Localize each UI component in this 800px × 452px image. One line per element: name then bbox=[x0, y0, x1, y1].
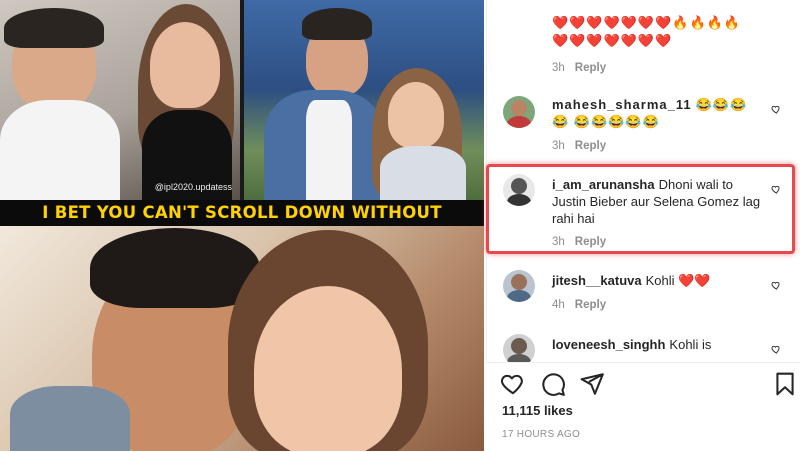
top-girl bbox=[380, 146, 466, 200]
comment-text: Kohli ❤️❤️ bbox=[645, 273, 711, 288]
face-girl-front bbox=[150, 22, 220, 108]
avatar-body bbox=[507, 116, 531, 128]
avatar-body bbox=[507, 290, 531, 302]
comment-meta: 3h Reply bbox=[552, 140, 606, 152]
paper-plane-icon[interactable] bbox=[579, 371, 605, 397]
post-timestamp: 17 HOURS AGO bbox=[502, 429, 581, 440]
comment-username[interactable]: loveneesh_singhh bbox=[552, 337, 665, 352]
comment-item: jitesh__katuva Kohli ❤️❤️ 4h Reply bbox=[487, 262, 800, 326]
reply-button[interactable]: Reply bbox=[575, 140, 606, 152]
heart-outline-icon[interactable] bbox=[770, 104, 781, 115]
comment-text: ❤️❤️❤️❤️❤️❤️❤️🔥🔥🔥🔥 ❤️❤️❤️❤️❤️❤️❤️ bbox=[552, 15, 742, 48]
comment-username[interactable]: jitesh__katuva bbox=[552, 273, 642, 288]
photo-panel-top-left: @ipl2020.updatess bbox=[0, 0, 240, 200]
highlight-box bbox=[486, 164, 795, 254]
avatar-face bbox=[511, 274, 527, 290]
bookmark-icon[interactable] bbox=[772, 371, 798, 397]
hair-boy bbox=[90, 228, 260, 308]
comment-item: ❤️❤️❤️❤️❤️❤️❤️🔥🔥🔥🔥 ❤️❤️❤️❤️❤️❤️❤️ 3h Repl… bbox=[487, 0, 800, 86]
comment-meta: 3h Reply bbox=[552, 62, 606, 74]
comment-item: mahesh_sharma_11 😂😂😂😂 😂😂😂😂😂 3h Reply bbox=[487, 86, 800, 164]
comment-time: 3h bbox=[552, 140, 565, 152]
avatar[interactable] bbox=[503, 334, 535, 362]
comment-bubble-icon[interactable] bbox=[540, 371, 566, 397]
hair-boy bbox=[302, 8, 372, 40]
shirt-boy bbox=[0, 100, 120, 200]
comment-body: jitesh__katuva Kohli ❤️❤️ bbox=[552, 272, 762, 289]
likes-count[interactable]: 11,115 likes bbox=[502, 403, 573, 418]
avatar-body bbox=[507, 354, 531, 362]
hair-boy bbox=[4, 8, 104, 48]
shirt-boy bbox=[306, 100, 352, 200]
avatar[interactable] bbox=[503, 96, 535, 128]
comment-text: Kohli is bbox=[669, 337, 712, 352]
comment-meta: 4h Reply bbox=[552, 299, 606, 311]
shirt-boy bbox=[10, 386, 130, 451]
heart-outline-icon[interactable] bbox=[770, 280, 781, 291]
comment-username[interactable]: mahesh_sharma_11 bbox=[552, 97, 692, 112]
photo-panel-bottom bbox=[0, 226, 484, 451]
comment-body: loveneesh_singhh Kohli is bbox=[552, 336, 762, 353]
photo-panel-top-right bbox=[244, 0, 484, 200]
avatar-face bbox=[511, 338, 527, 354]
face-girl bbox=[388, 82, 444, 148]
heart-outline-icon[interactable] bbox=[500, 371, 526, 397]
face-girl bbox=[254, 286, 402, 451]
comment-time: 4h bbox=[552, 299, 565, 311]
post-image[interactable]: @ipl2020.updatess I BET YOU CAN'T SCROLL… bbox=[0, 0, 484, 451]
comment-item: loveneesh_singhh Kohli is bbox=[487, 326, 800, 362]
reply-button[interactable]: Reply bbox=[575, 62, 606, 74]
reply-button[interactable]: Reply bbox=[575, 299, 606, 311]
post-action-bar: 11,115 likes 17 HOURS AGO bbox=[486, 362, 800, 452]
avatar-face bbox=[511, 100, 527, 116]
avatar[interactable] bbox=[503, 270, 535, 302]
heart-outline-icon[interactable] bbox=[770, 344, 781, 355]
comment-time: 3h bbox=[552, 62, 565, 74]
comment-body: mahesh_sharma_11 😂😂😂😂 😂😂😂😂😂 bbox=[552, 96, 762, 130]
watermark: @ipl2020.updatess bbox=[154, 182, 232, 192]
meme-caption-banner: I BET YOU CAN'T SCROLL DOWN WITHOUT bbox=[0, 200, 484, 226]
